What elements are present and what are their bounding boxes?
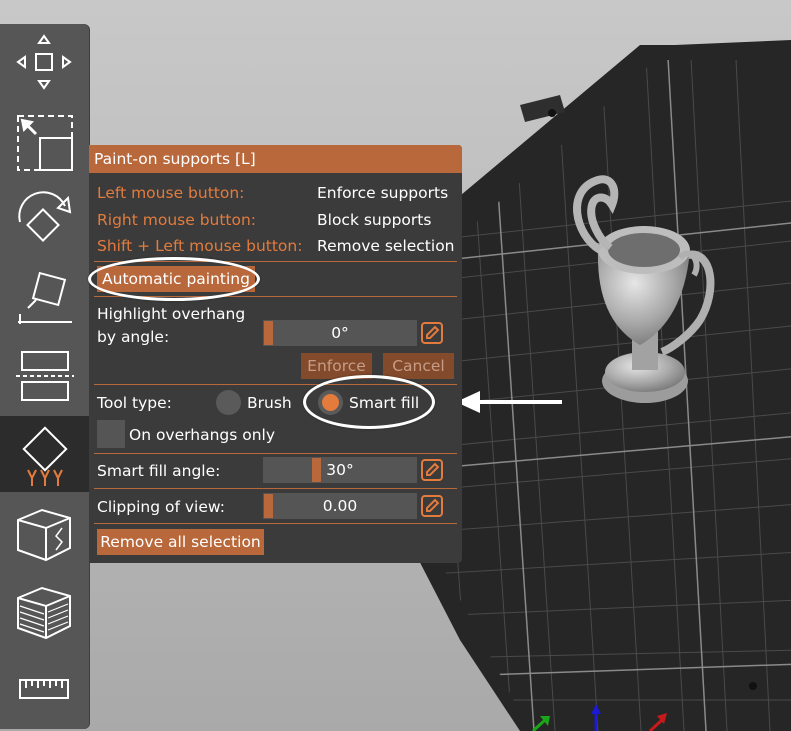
- place-on-face-icon: [18, 271, 72, 324]
- cut-tool-button[interactable]: [0, 338, 89, 414]
- clipping-of-view-value: 0.00: [322, 497, 358, 515]
- highlight-angle-slider[interactable]: 0°: [263, 320, 417, 346]
- seam-painting-tool-button[interactable]: [0, 494, 89, 570]
- highlight-ellipse-automatic-painting: [88, 257, 260, 301]
- slider-grab[interactable]: [264, 321, 273, 345]
- highlight-overhang-label: Highlight overhang: [97, 305, 246, 323]
- edit-pencil-icon[interactable]: [421, 495, 443, 517]
- highlight-angle-value: 0°: [331, 324, 349, 342]
- ruler-icon: [19, 679, 69, 699]
- slider-grab[interactable]: [264, 494, 273, 518]
- slider-grab[interactable]: [312, 458, 321, 482]
- panel-title: Paint-on supports [L]: [89, 145, 462, 173]
- right-mouse-value: Block supports: [317, 211, 432, 229]
- scale-tool-button[interactable]: [0, 104, 89, 180]
- clipping-of-view-label: Clipping of view:: [97, 498, 225, 516]
- edit-pencil-icon[interactable]: [421, 322, 443, 344]
- mmu-painting-tool-button[interactable]: [0, 572, 89, 648]
- seam-paint-icon: [17, 508, 71, 562]
- smart-fill-angle-slider[interactable]: 30°: [263, 457, 417, 483]
- tool-type-label: Tool type:: [97, 394, 172, 412]
- move-icon: [16, 34, 72, 90]
- separator: [94, 523, 457, 524]
- brush-label[interactable]: Brush: [247, 394, 292, 412]
- measure-tool-button[interactable]: [0, 654, 89, 730]
- separator: [94, 488, 457, 489]
- shift-left-mouse-value: Remove selection: [317, 237, 455, 255]
- smart-fill-angle-value: 30°: [326, 461, 354, 479]
- mmu-paint-icon: [17, 586, 71, 640]
- rotate-tool-button[interactable]: [0, 182, 89, 258]
- place-on-face-tool-button[interactable]: [0, 260, 89, 336]
- cut-icon: [16, 351, 74, 401]
- edit-pencil-icon[interactable]: [421, 459, 443, 481]
- rotate-icon: [18, 191, 72, 242]
- remove-all-selection-button[interactable]: Remove all selection: [97, 529, 264, 555]
- right-mouse-label: Right mouse button:: [97, 211, 257, 229]
- cancel-button[interactable]: Cancel: [383, 353, 454, 379]
- left-toolbar: [0, 24, 89, 729]
- on-overhangs-only-checkbox[interactable]: [97, 420, 125, 448]
- highlight-ellipse-smart-fill: [303, 375, 435, 429]
- brush-radio[interactable]: [216, 390, 241, 415]
- move-tool-button[interactable]: [0, 24, 89, 100]
- scale-icon: [17, 115, 73, 171]
- support-painting-tool-button[interactable]: [0, 416, 89, 492]
- smart-fill-angle-label: Smart fill angle:: [97, 462, 221, 480]
- left-mouse-label: Left mouse button:: [97, 184, 245, 202]
- on-overhangs-only-label[interactable]: On overhangs only: [129, 426, 275, 444]
- paint-on-supports-panel: Paint-on supports [L] Left mouse button:…: [89, 145, 462, 563]
- clipping-of-view-slider[interactable]: 0.00: [263, 493, 417, 519]
- separator: [94, 453, 457, 454]
- left-mouse-value: Enforce supports: [317, 184, 449, 202]
- support-paint-icon: [22, 426, 68, 486]
- shift-left-mouse-label: Shift + Left mouse button:: [97, 237, 303, 255]
- highlight-overhang-label-2: by angle:: [97, 328, 170, 346]
